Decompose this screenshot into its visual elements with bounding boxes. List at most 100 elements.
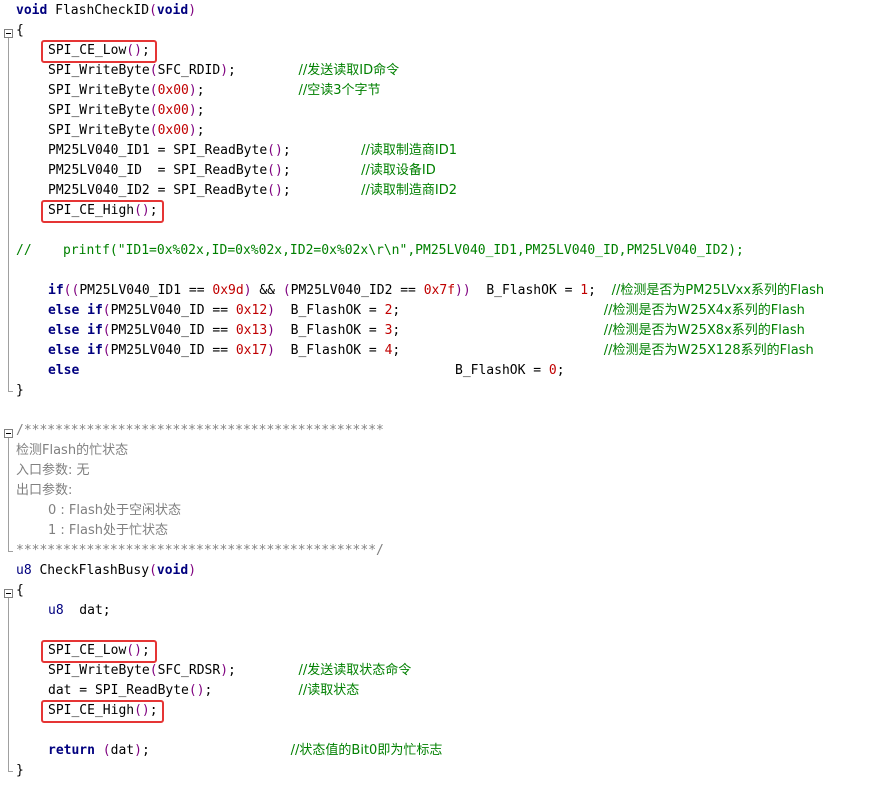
token-num: 0 — [548, 363, 557, 378]
token-paren: () — [267, 163, 283, 178]
code-line[interactable]: SPI_WriteByte(SFC_RDID); //发送读取ID命令 — [48, 61, 399, 81]
code-line[interactable]: u8 dat; — [48, 601, 111, 621]
token-paren: ( — [149, 663, 158, 678]
token-paren: ( — [102, 303, 111, 318]
token-paren: ( — [149, 103, 158, 118]
token-cmt: // printf("ID1=0x%02x,ID=0x%02x,ID2=0x%0… — [16, 243, 744, 258]
token-num: 0x00 — [157, 123, 189, 138]
token-op: ; — [588, 283, 612, 298]
token-cmt: //发送读取ID命令 — [298, 63, 400, 78]
token-op: ; — [282, 143, 362, 158]
token-op: { — [16, 23, 24, 38]
token-paren: ) — [267, 323, 275, 338]
fold-guide-end — [8, 551, 13, 552]
code-line[interactable]: if((PM25LV040_ID1 == 0x9d) && (PM25LV040… — [48, 281, 824, 301]
token-paren: ) — [188, 83, 197, 98]
code-line[interactable]: else if(PM25LV040_ID == 0x17) B_FlashOK … — [48, 341, 814, 361]
token-ty: u8 — [16, 563, 32, 578]
code-line[interactable]: // printf("ID1=0x%02x,ID=0x%02x,ID2=0x%0… — [16, 241, 744, 261]
token-cmt: //检测是否为W25X128系列的Flash — [603, 343, 814, 358]
token-blk: /***************************************… — [16, 423, 384, 438]
token-cmt: //读取制造商ID2 — [361, 183, 457, 198]
code-line[interactable]: u8 CheckFlashBusy(void) — [16, 561, 196, 581]
token-fn: B_FlashOK = — [455, 363, 549, 378]
token-op: ; — [196, 103, 205, 118]
token-op: ; — [204, 683, 299, 698]
code-line[interactable]: /***************************************… — [16, 421, 384, 441]
code-line[interactable]: 检测Flash的忙状态 — [16, 441, 128, 461]
fold-toggle-icon[interactable] — [4, 27, 13, 38]
code-line[interactable]: ****************************************… — [16, 541, 384, 561]
token-paren: ) — [188, 563, 197, 578]
code-line[interactable]: 入口参数: 无 — [16, 461, 90, 481]
token-cmt: //检测是否为PM25LVxx系列的Flash — [611, 283, 825, 298]
code-line[interactable]: { — [16, 21, 24, 41]
fold-toggle-icon[interactable] — [4, 587, 13, 598]
code-line[interactable]: else if(PM25LV040_ID == 0x12) B_FlashOK … — [48, 301, 805, 321]
token-op: ; — [392, 303, 604, 318]
token-num: 0x17 — [235, 343, 268, 358]
highlight-box — [41, 640, 157, 663]
token-op: } — [16, 763, 24, 778]
token-fn: dat = SPI_ReadByte — [48, 683, 189, 698]
token-fn: PM25LV040_ID2 == — [290, 283, 424, 298]
token-op: ; — [228, 63, 299, 78]
token-paren: ( — [149, 3, 157, 18]
code-line[interactable]: return (dat); //状态值的Bit0即为忙标志 — [48, 741, 442, 761]
token-paren: ( — [102, 323, 111, 338]
code-line[interactable]: 出口参数: — [16, 481, 72, 501]
token-fn: dat — [110, 743, 135, 758]
code-line[interactable]: } — [16, 761, 24, 781]
code-line[interactable]: PM25LV040_ID2 = SPI_ReadByte(); //读取制造商I… — [48, 181, 457, 201]
code-line[interactable]: 1 : Flash处于忙状态 — [48, 521, 168, 541]
token-ty: u8 — [48, 603, 64, 618]
token-paren: ( — [102, 343, 111, 358]
token-op: ; — [102, 603, 111, 618]
token-paren: ) — [220, 663, 229, 678]
token-blk: 检测Flash的忙状态 — [16, 443, 129, 458]
fold-guide-end — [8, 391, 13, 392]
code-editor[interactable]: void FlashCheckID(void){SPI_CE_Low(); SPI… — [0, 0, 874, 791]
token-paren: ( — [149, 83, 158, 98]
token-blk: 入口参数: 无 — [16, 463, 90, 478]
token-kw: else if — [48, 343, 103, 358]
code-line[interactable]: 0 : Flash处于空闲状态 — [48, 501, 181, 521]
token-num: 0x00 — [157, 83, 189, 98]
token-op: B_FlashOK = — [470, 283, 581, 298]
code-line[interactable]: PM25LV040_ID1 = SPI_ReadByte(); //读取制造商I… — [48, 141, 457, 161]
token-paren: ( — [149, 63, 158, 78]
fold-toggle-icon[interactable] — [4, 427, 13, 438]
token-cmt: //读取状态 — [298, 683, 360, 698]
token-cmt: //读取制造商ID1 — [361, 143, 457, 158]
code-line[interactable]: { — [16, 581, 24, 601]
token-paren: (( — [63, 283, 80, 298]
token-kw: void — [156, 563, 189, 578]
code-line[interactable]: SPI_WriteByte(SFC_RDSR); //发送读取状态命令 — [48, 661, 411, 681]
token-num: 0x9d — [212, 283, 244, 298]
token-paren: ) — [188, 103, 197, 118]
token-cmt: //发送读取状态命令 — [298, 663, 412, 678]
code-line[interactable]: SPI_WriteByte(0x00); — [48, 101, 205, 121]
code-line[interactable]: PM25LV040_ID = SPI_ReadByte(); //读取设备ID — [48, 161, 436, 181]
code-line[interactable]: else B_FlashOK = 0; — [48, 361, 565, 381]
token-op — [79, 363, 455, 378]
code-line[interactable]: dat = SPI_ReadByte(); //读取状态 — [48, 681, 359, 701]
token-op: { — [16, 583, 24, 598]
token-paren: ) — [267, 343, 275, 358]
token-op: ; — [228, 663, 299, 678]
code-line[interactable]: else if(PM25LV040_ID == 0x13) B_FlashOK … — [48, 321, 805, 341]
token-kw: if — [48, 283, 64, 298]
token-num: 0x12 — [235, 303, 268, 318]
token-kw: void — [16, 3, 48, 18]
fold-guide — [8, 36, 9, 391]
code-line[interactable]: void FlashCheckID(void) — [16, 1, 196, 21]
token-op: } — [16, 383, 24, 398]
code-line[interactable]: } — [16, 381, 24, 401]
code-line[interactable]: SPI_WriteByte(0x00); — [48, 121, 205, 141]
code-line[interactable]: SPI_WriteByte(0x00); //空读3个字节 — [48, 81, 381, 101]
token-paren: ) — [134, 743, 142, 758]
token-kw: else if — [48, 323, 103, 338]
fold-guide — [8, 436, 9, 551]
token-kw: else if — [48, 303, 103, 318]
token-fn: PM25LV040_ID == — [110, 303, 236, 318]
